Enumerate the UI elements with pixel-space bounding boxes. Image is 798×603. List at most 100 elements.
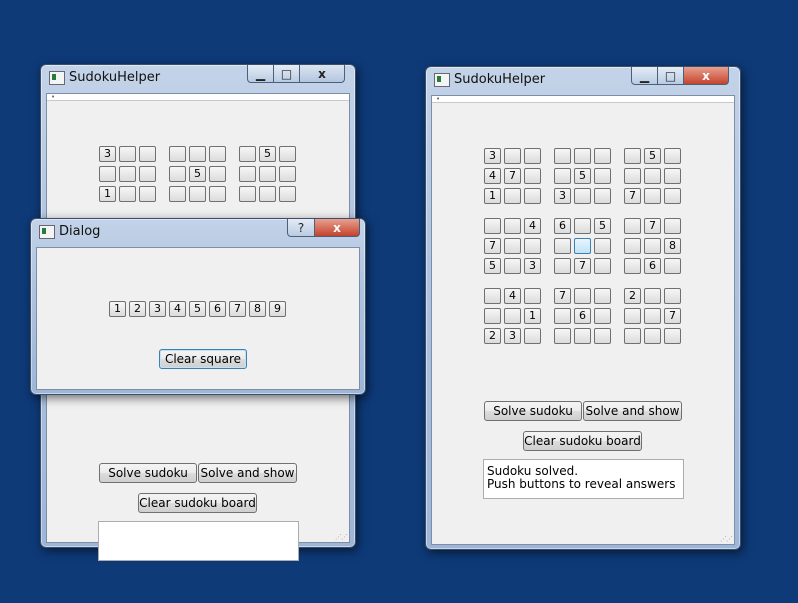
number-2-button[interactable]: 2	[129, 301, 146, 317]
sudoku-cell[interactable]	[594, 308, 611, 324]
sudoku-cell[interactable]	[139, 166, 156, 182]
sudoku-cell[interactable]	[554, 148, 571, 164]
dialog-titlebar[interactable]: Dialog ? x	[31, 219, 365, 245]
sudoku-cell[interactable]	[594, 258, 611, 274]
sudoku-cell[interactable]	[279, 186, 296, 202]
sudoku-cell[interactable]	[664, 288, 681, 304]
sudoku-cell[interactable]: 4	[504, 288, 521, 304]
sudoku-cell[interactable]: 7	[624, 188, 641, 204]
sudoku-cell[interactable]: 6	[644, 258, 661, 274]
close-button[interactable]: x	[684, 67, 729, 85]
sudoku-cell[interactable]	[504, 148, 521, 164]
number-8-button[interactable]: 8	[249, 301, 266, 317]
sudoku-cell[interactable]: 7	[574, 258, 591, 274]
menu-bar[interactable]: •	[432, 96, 734, 103]
number-6-button[interactable]: 6	[209, 301, 226, 317]
sudoku-cell[interactable]: 5	[189, 166, 206, 182]
sudoku-cell[interactable]	[624, 238, 641, 254]
sudoku-cell[interactable]	[554, 308, 571, 324]
sudoku-cell[interactable]	[594, 238, 611, 254]
sudoku-cell[interactable]	[239, 186, 256, 202]
sudoku-cell[interactable]	[594, 328, 611, 344]
sudoku-cell[interactable]	[119, 166, 136, 182]
sudoku-cell[interactable]	[99, 166, 116, 182]
help-button[interactable]: ?	[287, 219, 315, 237]
sudoku-cell[interactable]	[209, 146, 226, 162]
sudoku-cell[interactable]	[554, 258, 571, 274]
sudoku-cell[interactable]: 6	[554, 218, 571, 234]
sudoku-cell[interactable]	[279, 146, 296, 162]
sudoku-cell[interactable]	[209, 166, 226, 182]
number-3-button[interactable]: 3	[149, 301, 166, 317]
sudoku-cell[interactable]: 5	[594, 218, 611, 234]
clear-square-button[interactable]: Clear square	[159, 349, 247, 369]
sudoku-cell[interactable]	[574, 328, 591, 344]
sudoku-cell[interactable]	[624, 328, 641, 344]
sudoku-cell[interactable]	[209, 186, 226, 202]
clear-sudoku-board-button[interactable]: Clear sudoku board	[138, 493, 257, 513]
sudoku-cell[interactable]	[644, 188, 661, 204]
sudoku-cell[interactable]	[644, 238, 661, 254]
solve-sudoku-button[interactable]: Solve sudoku	[99, 463, 197, 483]
menu-bar[interactable]: •	[47, 94, 349, 101]
sudoku-cell[interactable]	[189, 146, 206, 162]
sudoku-cell[interactable]: 5	[574, 168, 591, 184]
resize-grip-icon[interactable]: ⋰⋰	[335, 533, 348, 541]
sudoku-cell[interactable]: 7	[504, 168, 521, 184]
close-button[interactable]: x	[315, 219, 360, 237]
minimize-button[interactable]: ▁	[631, 67, 658, 85]
sudoku-cell[interactable]: 4	[484, 168, 501, 184]
sudoku-cell[interactable]	[504, 238, 521, 254]
minimize-button[interactable]: ▁	[247, 65, 274, 83]
sudoku-cell[interactable]	[664, 168, 681, 184]
sudoku-cell[interactable]: 7	[644, 218, 661, 234]
sudoku-cell[interactable]: 1	[484, 188, 501, 204]
sudoku-cell[interactable]	[574, 238, 591, 254]
sudoku-cell[interactable]: 2	[484, 328, 501, 344]
number-1-button[interactable]: 1	[109, 301, 126, 317]
sudoku-cell[interactable]	[139, 146, 156, 162]
sudoku-cell[interactable]	[524, 168, 541, 184]
sudoku-cell[interactable]	[664, 148, 681, 164]
sudoku-cell[interactable]: 1	[524, 308, 541, 324]
sudoku-cell[interactable]	[554, 328, 571, 344]
resize-grip-icon[interactable]: ⋰⋰	[720, 535, 733, 543]
sudoku-cell[interactable]	[484, 308, 501, 324]
sudoku-cell[interactable]	[594, 148, 611, 164]
sudoku-cell[interactable]	[484, 218, 501, 234]
number-9-button[interactable]: 9	[269, 301, 286, 317]
solve-sudoku-button[interactable]: Solve sudoku	[484, 401, 582, 421]
sudoku-cell[interactable]	[574, 218, 591, 234]
sudoku-cell[interactable]	[239, 166, 256, 182]
sudoku-cell[interactable]	[554, 238, 571, 254]
sudoku-cell[interactable]	[624, 148, 641, 164]
sudoku-cell[interactable]	[644, 308, 661, 324]
sudoku-cell[interactable]	[594, 168, 611, 184]
solve-and-show-button[interactable]: Solve and show	[198, 463, 297, 483]
sudoku-cell[interactable]: 7	[664, 308, 681, 324]
sudoku-cell[interactable]	[574, 188, 591, 204]
sudoku-cell[interactable]	[259, 166, 276, 182]
sudoku-cell[interactable]	[644, 168, 661, 184]
sudoku-cell[interactable]	[189, 186, 206, 202]
sudoku-cell[interactable]: 3	[554, 188, 571, 204]
sudoku-cell[interactable]	[574, 288, 591, 304]
sudoku-cell[interactable]: 2	[624, 288, 641, 304]
right-titlebar[interactable]: SudokuHelper ▁ □ x	[426, 67, 740, 93]
sudoku-cell[interactable]	[624, 168, 641, 184]
sudoku-cell[interactable]	[624, 308, 641, 324]
sudoku-cell[interactable]	[169, 186, 186, 202]
sudoku-cell[interactable]: 5	[484, 258, 501, 274]
sudoku-cell[interactable]: 1	[99, 186, 116, 202]
sudoku-cell[interactable]: 5	[644, 148, 661, 164]
sudoku-cell[interactable]: 6	[574, 308, 591, 324]
sudoku-cell[interactable]	[664, 328, 681, 344]
sudoku-cell[interactable]	[664, 218, 681, 234]
sudoku-cell[interactable]	[624, 258, 641, 274]
sudoku-cell[interactable]	[504, 218, 521, 234]
sudoku-cell[interactable]: 4	[524, 218, 541, 234]
sudoku-cell[interactable]	[554, 168, 571, 184]
sudoku-cell[interactable]	[119, 186, 136, 202]
clear-sudoku-board-button[interactable]: Clear sudoku board	[523, 431, 642, 451]
sudoku-cell[interactable]	[524, 328, 541, 344]
